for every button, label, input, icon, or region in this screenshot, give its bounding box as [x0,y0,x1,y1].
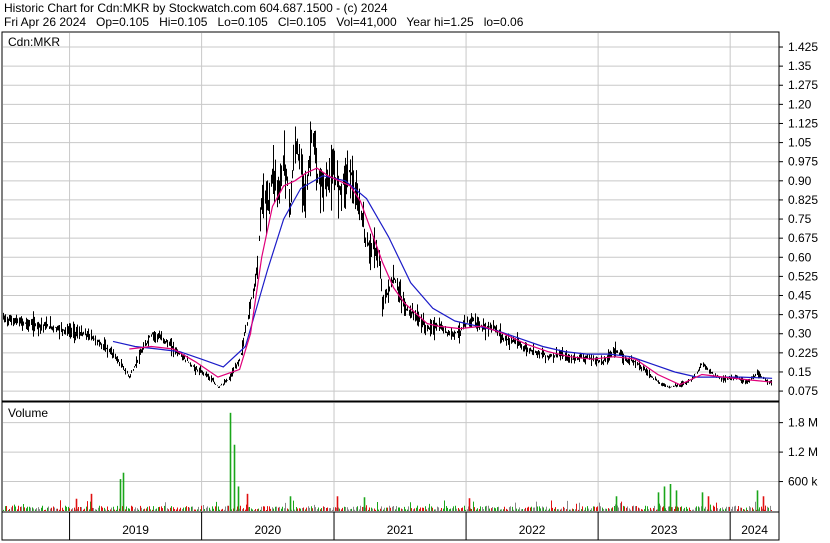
price-tick-label: 0.675 [788,231,818,245]
year-label: 2022 [519,523,546,537]
price-tick-label: 1.275 [788,78,818,92]
price-tick-label: 0.075 [788,384,818,398]
price-tick-label: 1.05 [788,136,812,150]
price-tick-label: 0.75 [788,212,812,226]
price-tick-label: 0.375 [788,308,818,322]
price-tick-label: 1.35 [788,59,812,73]
price-tick-label: 0.60 [788,250,812,264]
year-label: 2019 [122,523,149,537]
volume-tick-label: 600 k [788,475,818,489]
year-label: 2023 [651,523,678,537]
volume-axis-ticks: 1.8 M 1.2 M 600 k [779,416,818,489]
year-axis: 2019 2020 2021 2022 2023 2024 [69,512,768,540]
price-tick-label: 0.825 [788,193,818,207]
volume-tick-label: 1.2 M [788,445,818,459]
ma-long-line [112,175,773,379]
price-volume-chart: Cdn:MKR Volume 1.4251.351.2751.201.1251.… [1,31,818,541]
year-label: 2024 [741,523,768,537]
price-grid [3,33,779,400]
year-label: 2021 [387,523,414,537]
price-axis-ticks: 1.425 1.35 1.275 1.20 1.125 1.05 0.975 0.90 0.82… [779,40,818,398]
price-tick-label: 0.525 [788,269,818,283]
price-panel-frame [1,31,780,402]
price-tick-label: 1.125 [788,116,818,130]
price-tick-label: 0.975 [788,155,818,169]
price-tick-label: 1.20 [788,97,812,111]
price-tick-label: 0.225 [788,346,818,360]
price-tick-label: 0.45 [788,289,812,303]
volume-panel-frame [1,401,780,513]
symbol-label: Cdn:MKR [8,35,60,49]
price-tick-label: 1.425 [788,40,818,54]
year-label: 2020 [254,523,281,537]
volume-bars [3,412,772,511]
volume-label: Volume [8,406,48,420]
volume-grid [3,403,779,511]
volume-tick-label: 1.8 M [788,416,818,430]
price-tick-label: 0.30 [788,327,812,341]
price-tick-label: 0.90 [788,174,812,188]
price-tick-label: 0.15 [788,365,812,379]
